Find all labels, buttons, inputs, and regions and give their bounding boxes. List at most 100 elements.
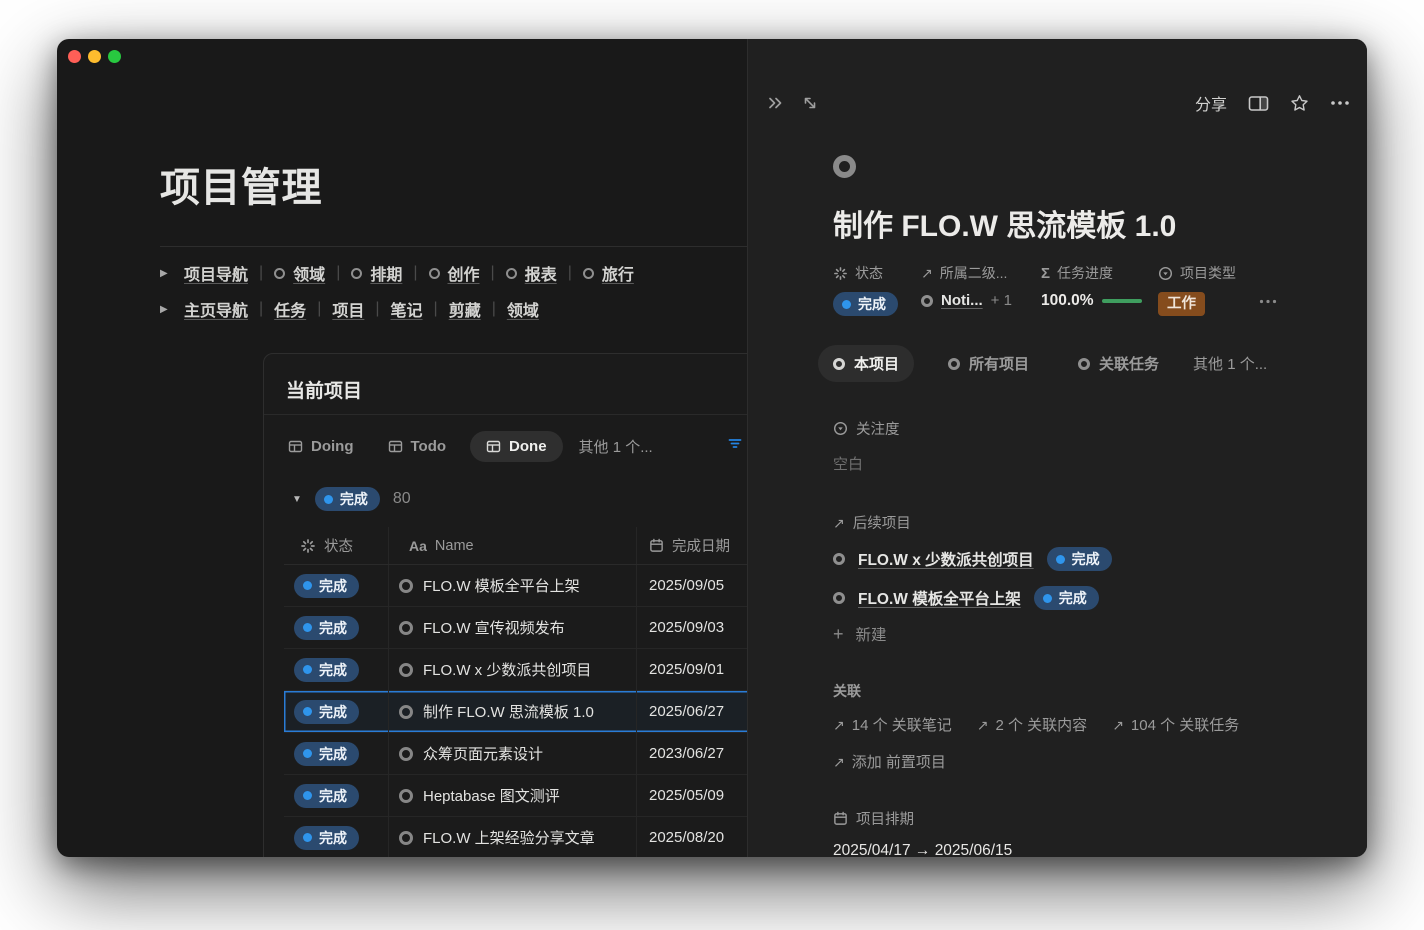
property-progress[interactable]: Σ 任务进度 100.0% xyxy=(1041,263,1158,316)
badge-label: 完成 xyxy=(319,787,347,805)
schedule-label[interactable]: 项目排期 xyxy=(833,808,1331,829)
nav-link-tasks[interactable]: 任务 xyxy=(274,297,306,321)
project-name[interactable]: 制作 FLO.W 思流模板 1.0 xyxy=(423,701,594,722)
tab-all-projects[interactable]: 所有项目 xyxy=(933,345,1044,382)
tab-this-project[interactable]: 本项目 xyxy=(818,345,914,382)
close-window-button[interactable] xyxy=(68,50,81,63)
more-tabs-button[interactable]: 其他 1 个... xyxy=(1193,353,1267,374)
nav-link-project-nav[interactable]: 项目导航 xyxy=(184,261,248,285)
toggle-right-icon[interactable]: ▶ xyxy=(160,268,172,279)
separator: | xyxy=(491,264,495,282)
table-row[interactable]: 完成 FLO.W 宣传视频发布 2025/09/03 xyxy=(284,607,747,649)
status-spinner-icon xyxy=(833,266,848,281)
done-date[interactable]: 2025/09/05 xyxy=(649,577,724,594)
view-tab-done[interactable]: Done xyxy=(470,431,563,462)
relation-extra-count[interactable]: + 1 xyxy=(991,292,1012,309)
relation-link[interactable]: Noti... xyxy=(941,292,983,309)
status-badge[interactable]: 完成 xyxy=(294,742,359,766)
page-ring-icon xyxy=(506,268,517,279)
table-row-selected[interactable]: 完成 制作 FLO.W 思流模板 1.0 2025/06/27 xyxy=(284,691,747,733)
project-link[interactable]: FLO.W 模板全平台上架 xyxy=(858,587,1021,609)
done-date[interactable]: 2023/06/27 xyxy=(649,745,724,762)
nav-link-home-nav[interactable]: 主页导航 xyxy=(184,297,248,321)
status-badge[interactable]: 完成 xyxy=(294,658,359,682)
done-date[interactable]: 2025/05/09 xyxy=(649,787,724,804)
badge-label: 完成 xyxy=(319,619,347,637)
schedule-date-range[interactable]: 2025/04/17 → 2025/06/15 xyxy=(833,842,1331,857)
property-type[interactable]: 项目类型 工作 xyxy=(1158,263,1236,316)
nav-link-schedule[interactable]: 排期 xyxy=(370,261,402,285)
zoom-window-button[interactable] xyxy=(108,50,121,63)
nav-link-projects[interactable]: 项目 xyxy=(332,297,364,321)
nav-link-domain2[interactable]: 领域 xyxy=(507,297,539,321)
table-row[interactable]: 完成 FLO.W x 少数派共创项目 2025/09/01 xyxy=(284,649,747,691)
project-name[interactable]: FLO.W 上架经验分享文章 xyxy=(423,827,595,848)
related-notes-link[interactable]: ↗ 14 个 关联笔记 xyxy=(833,714,952,735)
add-predecessor-label: 添加 前置项目 xyxy=(852,751,946,772)
project-name[interactable]: FLO.W x 少数派共创项目 xyxy=(423,659,591,680)
next-project-item[interactable]: FLO.W x 少数派共创项目 完成 xyxy=(833,546,1331,572)
property-status[interactable]: 状态 完成 xyxy=(833,263,921,316)
more-views-button[interactable]: 其他 1 个... xyxy=(579,436,653,457)
done-date[interactable]: 2025/09/01 xyxy=(649,661,724,678)
done-date[interactable]: 2025/06/27 xyxy=(649,703,724,720)
nav-link-create[interactable]: 创作 xyxy=(448,261,480,285)
nav-link-report[interactable]: 报表 xyxy=(525,261,557,285)
column-header-date[interactable]: 完成日期 xyxy=(637,527,747,564)
related-content-link[interactable]: ↗ 2 个 关联内容 xyxy=(977,714,1087,735)
more-options-icon[interactable] xyxy=(1330,100,1350,106)
table-row[interactable]: 完成 众筹页面元素设计 2023/06/27 xyxy=(284,733,747,775)
close-peek-icon[interactable] xyxy=(766,94,785,112)
filter-icon[interactable] xyxy=(726,435,743,452)
done-date[interactable]: 2025/09/03 xyxy=(649,619,724,636)
status-badge[interactable]: 完成 xyxy=(833,292,898,316)
table-row[interactable]: 完成 FLO.W 上架经验分享文章 2025/08/20 xyxy=(284,817,747,857)
nav-link-travel[interactable]: 旅行 xyxy=(602,261,634,285)
status-badge[interactable]: 完成 xyxy=(294,616,359,640)
project-name[interactable]: Heptabase 图文测评 xyxy=(423,785,560,806)
view-tab-todo[interactable]: Todo xyxy=(378,432,457,461)
project-name[interactable]: FLO.W 宣传视频发布 xyxy=(423,617,565,638)
section-label: 后续项目 xyxy=(853,512,911,533)
column-header-status[interactable]: 状态 xyxy=(284,527,389,564)
table-row[interactable]: 完成 FLO.W 模板全平台上架 2025/09/05 xyxy=(284,565,747,607)
add-predecessor-button[interactable]: ↗ 添加 前置项目 xyxy=(833,751,1331,772)
table-row[interactable]: 完成 Heptabase 图文测评 2025/05/09 xyxy=(284,775,747,817)
view-tab-doing[interactable]: Doing xyxy=(278,432,364,461)
nav-row-projects: ▶ 项目导航 | 领域 | 排期 | 创作 | 报表 | 旅行 xyxy=(160,255,747,291)
badge-label: 完成 xyxy=(319,661,347,679)
nav-row-home: ▶ 主页导航 | 任务 | 项目 | 笔记 | 剪藏 | 领域 xyxy=(160,291,747,327)
status-badge[interactable]: 完成 xyxy=(294,784,359,808)
peek-page-title[interactable]: 制作 FLO.W 思流模板 1.0 xyxy=(833,208,1331,246)
next-project-item[interactable]: FLO.W 模板全平台上架 完成 xyxy=(833,585,1331,611)
relation-link-label: 104 个 关联任务 xyxy=(1131,714,1239,735)
status-dot xyxy=(303,665,312,674)
related-tasks-link[interactable]: ↗ 104 个 关联任务 xyxy=(1112,714,1239,735)
minimize-window-button[interactable] xyxy=(88,50,101,63)
collapse-group-icon[interactable]: ▼ xyxy=(292,494,302,505)
page-icon[interactable] xyxy=(833,155,1331,183)
tab-related-tasks[interactable]: 关联任务 xyxy=(1063,345,1174,382)
project-link[interactable]: FLO.W x 少数派共创项目 xyxy=(858,548,1034,570)
status-badge[interactable]: 完成 xyxy=(294,574,359,598)
open-full-page-icon[interactable] xyxy=(802,95,818,111)
project-name[interactable]: FLO.W 模板全平台上架 xyxy=(423,575,580,596)
nav-link-notes[interactable]: 笔记 xyxy=(391,297,423,321)
toggle-right-icon[interactable]: ▶ xyxy=(160,304,172,315)
separator: | xyxy=(259,300,263,318)
status-badge[interactable]: 完成 xyxy=(294,826,359,850)
type-badge[interactable]: 工作 xyxy=(1158,292,1205,316)
group-status-badge[interactable]: 完成 xyxy=(315,487,380,511)
nav-link-domain[interactable]: 领域 xyxy=(293,261,325,285)
nav-link-clips[interactable]: 剪藏 xyxy=(449,297,481,321)
done-date[interactable]: 2025/08/20 xyxy=(649,829,724,846)
status-badge[interactable]: 完成 xyxy=(294,700,359,724)
project-name[interactable]: 众筹页面元素设计 xyxy=(423,743,543,764)
focus-property-label[interactable]: 关注度 xyxy=(833,418,1331,439)
next-projects-label[interactable]: ↗ 后续项目 xyxy=(833,512,1331,533)
column-header-name[interactable]: Aa Name xyxy=(389,527,637,564)
property-parent[interactable]: ↗ 所属二级... Noti... + 1 xyxy=(921,263,1041,316)
new-item-button[interactable]: + 新建 xyxy=(833,623,1331,645)
more-properties-icon[interactable] xyxy=(1259,299,1277,304)
focus-empty-value[interactable]: 空白 xyxy=(833,453,1331,474)
